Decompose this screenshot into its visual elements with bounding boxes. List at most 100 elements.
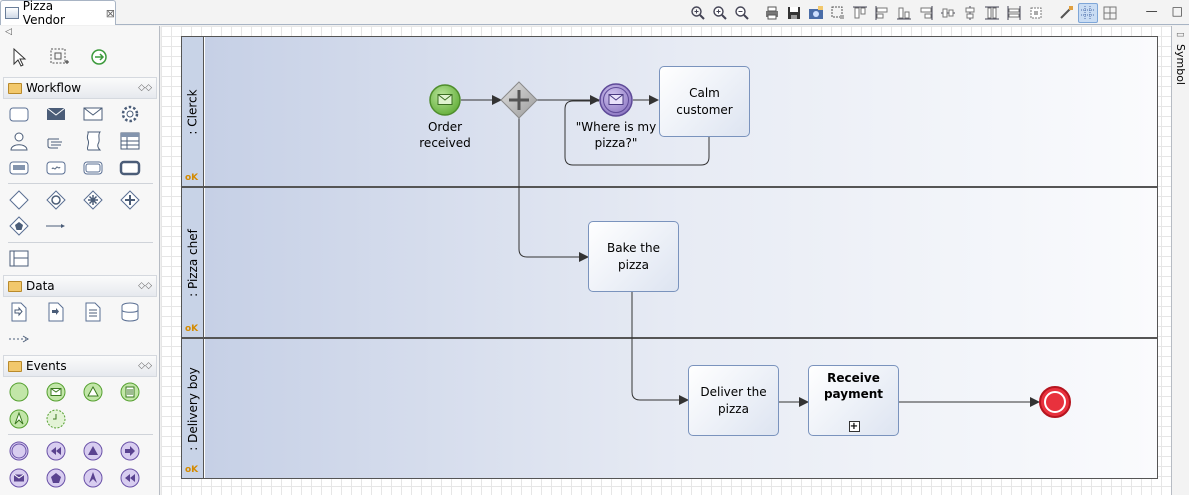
section-toggle-icon[interactable]: ◇◇ [138,361,152,371]
palette-exclusive-gateway[interactable] [8,189,30,211]
maximize-button[interactable]: □ [1172,4,1183,18]
palette-conditional-start-event[interactable] [119,381,141,403]
align-bottom-button[interactable] [894,3,914,23]
compensation-event-icon [120,468,140,488]
palette-collapse-icon[interactable]: ◁ [5,27,12,37]
palette-receive-task[interactable] [82,103,104,125]
palette-parallel-gateway[interactable] [119,189,141,211]
lane-icon [9,250,29,267]
palette-task[interactable] [8,103,30,125]
zoom-out-button[interactable] [732,3,752,23]
palette-inclusive-gateway[interactable] [45,189,67,211]
hand-icon [47,138,62,149]
zoom-in-icon [713,6,727,20]
palette-data-object[interactable] [82,301,104,323]
palette-collapsed-subprocess[interactable] [8,157,30,179]
palette-message-start-event[interactable] [45,381,67,403]
task-label: Receive payment [823,371,884,402]
minimize-button[interactable]: — [1146,4,1158,18]
user-icon [10,132,28,151]
palette-script-task[interactable] [82,130,104,152]
show-grid-button[interactable] [1100,3,1120,23]
snap-to-grid-toggle[interactable] [1078,3,1098,23]
palette-signal-start-event[interactable] [82,381,104,403]
align-middle-button[interactable] [938,3,958,23]
palette-complex-gateway[interactable] [82,189,104,211]
conditional-start-icon [120,382,140,402]
diagram-canvas[interactable]: : Clerck oK : Pizza chef oK : Delivery b… [161,26,1171,495]
palette-section-workflow[interactable]: Workflow ◇◇ [3,77,157,99]
palette-data-store[interactable] [119,301,141,323]
same-height-button[interactable] [982,3,1002,23]
palette-transaction[interactable] [82,157,104,179]
align-top-button[interactable] [850,3,870,23]
connection-tool[interactable] [88,46,110,68]
start-event-order-received[interactable] [429,84,461,116]
palette-event-gateway[interactable] [8,215,30,237]
symbol-view-tab[interactable]: Symbol [1174,44,1187,85]
flow-bake-to-deliver[interactable] [631,292,689,405]
palette-section-events[interactable]: Events ◇◇ [3,355,157,377]
select-all-button[interactable] [828,3,848,23]
palette-send-task[interactable] [45,103,67,125]
align-left-icon [875,6,888,20]
palette-manual-task[interactable] [45,130,67,152]
subprocess-receive-payment[interactable]: Receive payment + [808,365,899,436]
palette-link-event[interactable] [45,440,67,462]
palette-signal-throw-event[interactable] [82,440,104,462]
save-button[interactable] [784,3,804,23]
parallel-gateway[interactable] [500,81,538,119]
palette-escalation-start-event[interactable] [8,408,30,430]
same-width-button[interactable] [1004,3,1024,23]
script-icon [86,131,102,151]
format-painter-button[interactable] [1056,3,1076,23]
palette-section-data[interactable]: Data ◇◇ [3,275,157,297]
same-height-icon [985,6,999,20]
task-label: Deliver the pizza [700,385,767,416]
task-bake-pizza[interactable]: Bake the pizza [588,221,679,292]
palette-service-task[interactable] [119,103,141,125]
align-center-icon [965,6,975,20]
end-event[interactable] [1039,386,1071,418]
palette-data-output[interactable] [45,301,67,323]
task-deliver-pizza[interactable]: Deliver the pizza [688,365,779,436]
intermediate-event-where-is-pizza[interactable] [599,83,633,117]
palette-call-activity[interactable] [119,157,141,179]
marquee-tool[interactable] [48,46,70,68]
palette-compensation-event[interactable] [119,467,141,489]
palette-message-throw-event[interactable] [8,467,30,489]
palette-lane[interactable] [8,248,30,270]
palette-data-input[interactable] [8,301,30,323]
align-left-button[interactable] [872,3,892,23]
diamond-asterisk-icon [83,190,103,210]
align-center-button[interactable] [960,3,980,23]
restore-view-icon[interactable]: ▭ [1176,30,1185,40]
palette-multiple-throw-event[interactable] [45,467,67,489]
close-tab-icon[interactable]: ⊠ [106,7,115,20]
palette-escalation-throw-event[interactable] [82,467,104,489]
palette-adhoc-subprocess[interactable] [45,157,67,179]
palette-business-rule-task[interactable] [119,130,141,152]
palette-user-task[interactable] [8,130,30,152]
align-right-icon [920,6,933,20]
timer-start-icon [46,409,66,429]
same-size-button[interactable] [1026,3,1046,23]
zoom-fit-button[interactable] [688,3,708,23]
align-right-button[interactable] [916,3,936,23]
task-calm-customer[interactable]: Calm customer [659,66,750,137]
palette-link-throw-event[interactable] [119,440,141,462]
zoom-in-button[interactable] [710,3,730,23]
print-button[interactable] [762,3,782,23]
section-toggle-icon[interactable]: ◇◇ [138,83,152,93]
palette-timer-start-event[interactable] [45,408,67,430]
export-image-button[interactable] [806,3,826,23]
palette-start-event[interactable] [8,381,30,403]
diamond-plus-icon [120,190,140,210]
expand-subprocess-icon[interactable]: + [848,421,860,432]
palette-data-association[interactable] [8,328,30,350]
editor-tab[interactable]: Pizza Vendor ⊠ [0,0,116,27]
section-toggle-icon[interactable]: ◇◇ [138,281,152,291]
palette-intermediate-event[interactable] [8,440,30,462]
palette-sequence-flow[interactable] [45,215,67,237]
select-tool[interactable] [8,46,30,68]
